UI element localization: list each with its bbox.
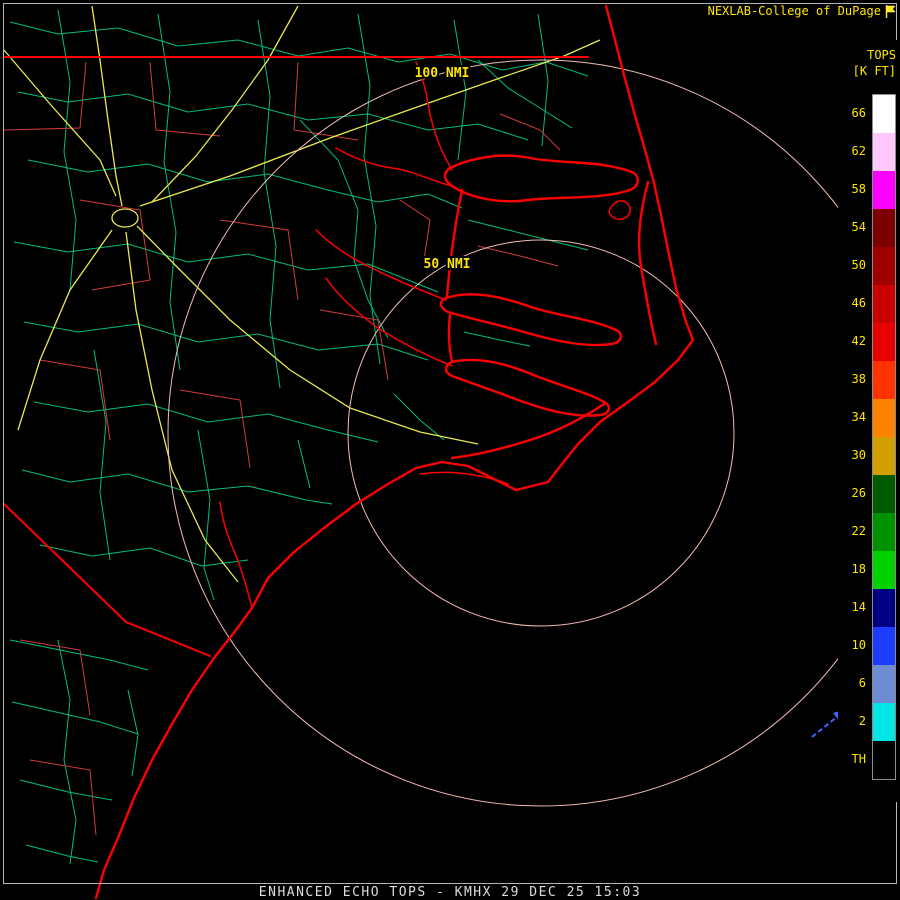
roanoke-island: [609, 201, 630, 219]
legend-color-segment: [873, 475, 895, 513]
cape-fear-river: [220, 502, 252, 608]
legend-colorbar: [872, 94, 896, 780]
neuse-river: [446, 360, 609, 416]
legend-tick-label: 2: [838, 702, 872, 740]
legend-tick-column: 66 62 58 54 50 46 42 38 34 30 26 22 18 1…: [838, 94, 872, 780]
legend-color-segment: [873, 703, 895, 741]
legend-tick-label: 26: [838, 474, 872, 512]
legend-tick-label: 66: [838, 94, 872, 132]
state-borders: [4, 57, 588, 656]
highway-lines: [4, 6, 600, 582]
legend-unit: [K FT]: [853, 64, 896, 78]
road-network: [10, 10, 588, 864]
range-ring-50nmi: [348, 240, 734, 626]
legend-color-segment: [873, 437, 895, 475]
legend-title: TOPS: [867, 48, 896, 62]
range-ring-label-50nmi: 50 NMI: [424, 257, 471, 272]
legend-color-segment: [873, 285, 895, 323]
legend-tick-label: 58: [838, 170, 872, 208]
albemarle-sound: [445, 156, 638, 202]
legend-color-segment: [873, 665, 895, 703]
legend-color-segment: [873, 209, 895, 247]
coastline: [96, 6, 693, 898]
legend-tick-label: 34: [838, 398, 872, 436]
legend-tick-label: 42: [838, 322, 872, 360]
legend-tick-label: 14: [838, 588, 872, 626]
legend-color-segment: [873, 399, 895, 437]
legend-color-segment: [873, 171, 895, 209]
legend-color-segment: [873, 247, 895, 285]
legend-tick-label: 62: [838, 132, 872, 170]
range-ring-100nmi: [168, 60, 900, 806]
legend-tick-label: TH: [838, 740, 872, 778]
legend-tick-label: 10: [838, 626, 872, 664]
legend-tick-label: 6: [838, 664, 872, 702]
legend-tick-label: 38: [838, 360, 872, 398]
radar-display: 50 NMI 100 NMI NEXLAB-College of DuPage …: [0, 0, 900, 900]
legend-color-segment: [873, 323, 895, 361]
legend-tick-label: 22: [838, 512, 872, 550]
product-caption-text: ENHANCED ECHO TOPS - KMHX 29 DEC 25 15:0…: [259, 885, 641, 900]
nc-sc-border: [4, 504, 210, 656]
legend-color-segment: [873, 741, 895, 779]
legend-color-segment: [873, 551, 895, 589]
echo-tops-legend: TOPS [K FT] 66 62 58 54 50 46 42 38 34 3…: [838, 40, 900, 802]
legend-tick-label: 54: [838, 208, 872, 246]
radar-map: 50 NMI 100 NMI: [0, 0, 900, 900]
legend-color-segment: [873, 133, 895, 171]
legend-color-segment: [873, 513, 895, 551]
legend-tick-label: 46: [838, 284, 872, 322]
legend-tick-label: 50: [838, 246, 872, 284]
range-rings: [168, 60, 900, 806]
attribution: NEXLAB-College of DuPage: [708, 4, 896, 18]
product-caption: ENHANCED ECHO TOPS - KMHX 29 DEC 25 15:0…: [0, 885, 900, 900]
frame-border: [4, 4, 897, 884]
legend-scale: 66 62 58 54 50 46 42 38 34 30 26 22 18 1…: [838, 94, 896, 780]
range-ring-label-100nmi: 100 NMI: [415, 66, 470, 81]
legend-color-segment: [873, 95, 895, 133]
legend-tick-label: 18: [838, 550, 872, 588]
legend-color-segment: [873, 589, 895, 627]
cod-flag-icon: [885, 5, 896, 18]
city-beltline-loop: [112, 209, 138, 227]
legend-color-segment: [873, 627, 895, 665]
attribution-text: NEXLAB-College of DuPage: [708, 4, 881, 18]
pamlico-river: [441, 294, 621, 345]
legend-tick-label: 30: [838, 436, 872, 474]
legend-color-segment: [873, 361, 895, 399]
